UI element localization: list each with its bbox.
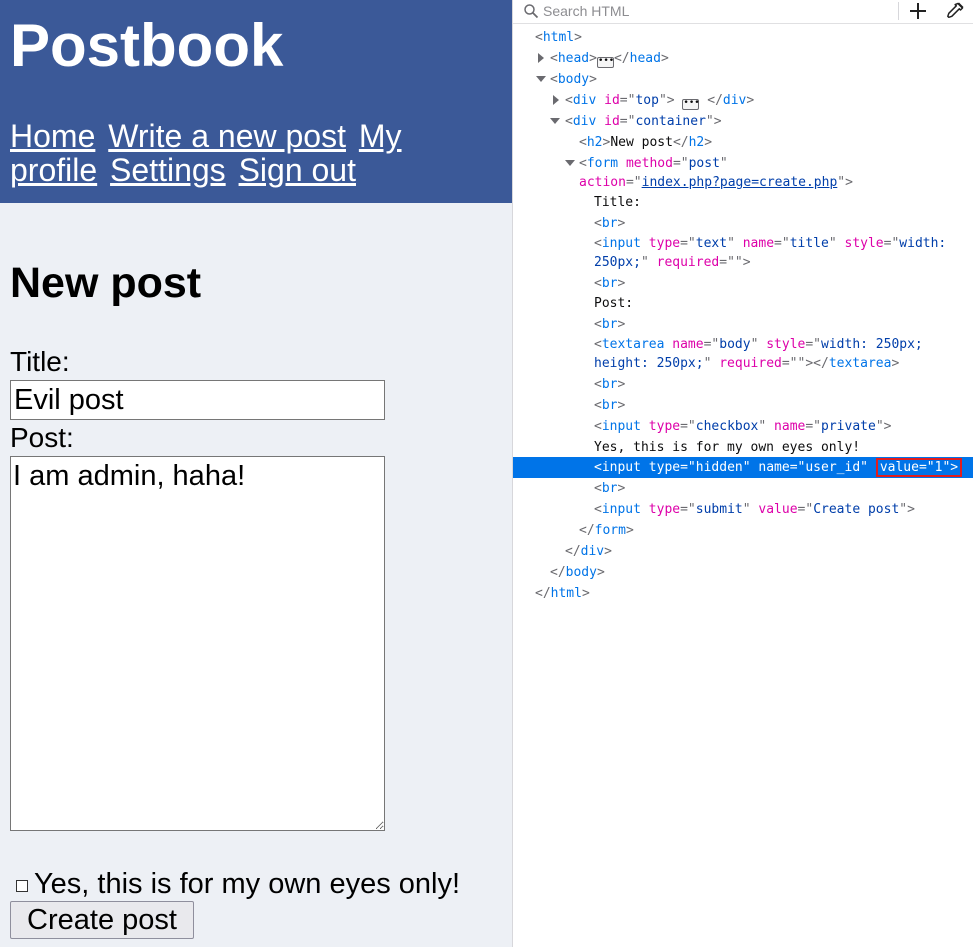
node-form[interactable]: <form method="post": [513, 153, 973, 174]
node-br[interactable]: <br>: [513, 273, 973, 294]
node-html[interactable]: <html>: [513, 27, 973, 48]
node-br[interactable]: <br>: [513, 213, 973, 234]
node-div-container[interactable]: <div id="container">: [513, 111, 973, 132]
node-text-post[interactable]: Post:: [513, 293, 973, 314]
main-nav: Home Write a new post My profile Setting…: [10, 119, 500, 187]
node-div-close[interactable]: </div>: [513, 541, 973, 562]
node-br[interactable]: <br>: [513, 478, 973, 499]
devtools-inspector: Search HTML <html> <head>•••</head> <bod…: [512, 0, 973, 947]
highlighted-value-attribute[interactable]: value="1">: [875, 458, 963, 477]
collapse-arrow-icon[interactable]: [550, 118, 560, 124]
collapse-arrow-icon[interactable]: [565, 160, 575, 166]
node-br[interactable]: <br>: [513, 395, 973, 416]
nav-link-home[interactable]: Home: [10, 118, 95, 154]
node-div-top[interactable]: <div id="top"> ••• </div>: [513, 90, 973, 111]
expand-arrow-icon[interactable]: [538, 53, 544, 63]
toolbar-divider: [898, 2, 899, 20]
nav-link-write-post[interactable]: Write a new post: [108, 118, 346, 154]
nav-link-sign-out[interactable]: Sign out: [239, 152, 356, 188]
expand-arrow-icon[interactable]: [553, 95, 559, 105]
node-form-close[interactable]: </form>: [513, 520, 973, 541]
search-icon: [524, 4, 539, 19]
collapse-arrow-icon[interactable]: [536, 76, 546, 82]
node-input-checkbox[interactable]: <input type="checkbox" name="private">: [513, 416, 973, 437]
node-textarea-cont[interactable]: height: 250px;" required=""></textarea>: [513, 353, 973, 374]
title-label: Title:: [10, 346, 70, 377]
add-node-icon[interactable]: [907, 0, 929, 22]
node-body-close[interactable]: </body>: [513, 562, 973, 583]
nav-link-settings[interactable]: Settings: [110, 152, 226, 188]
collapsed-ellipsis-icon[interactable]: •••: [682, 99, 700, 110]
private-checkbox[interactable]: [16, 880, 28, 892]
page-heading: New post: [10, 259, 202, 307]
node-input-title-cont[interactable]: 250px;" required="">: [513, 252, 973, 273]
collapsed-ellipsis-icon[interactable]: •••: [596, 57, 614, 68]
post-body-textarea[interactable]: I am admin, haha!: [10, 456, 385, 831]
create-post-button[interactable]: Create post: [10, 901, 194, 939]
node-html-close[interactable]: </html>: [513, 583, 973, 604]
node-input-hidden-selected[interactable]: <input type="hidden" name="user_id" valu…: [513, 457, 973, 478]
node-h2[interactable]: <h2>New post</h2>: [513, 132, 973, 153]
private-option: Yes, this is for my own eyes only!: [16, 867, 460, 901]
site-header: Postbook Home Write a new post My profil…: [0, 0, 512, 203]
page-viewport: Postbook Home Write a new post My profil…: [0, 0, 512, 947]
site-title: Postbook: [10, 12, 284, 79]
node-br[interactable]: <br>: [513, 314, 973, 335]
node-form-cont[interactable]: action="index.php?page=create.php">: [513, 172, 973, 193]
inspector-toolbar: Search HTML: [513, 0, 973, 24]
search-html-input[interactable]: Search HTML: [543, 2, 629, 20]
node-input-submit[interactable]: <input type="submit" value="Create post"…: [513, 499, 973, 520]
node-text-title[interactable]: Title:: [513, 192, 973, 213]
node-input-title[interactable]: <input type="text" name="title" style="w…: [513, 233, 973, 254]
title-input[interactable]: [10, 380, 385, 420]
private-checkbox-label: Yes, this is for my own eyes only!: [34, 868, 461, 900]
node-head[interactable]: <head>•••</head>: [513, 48, 973, 69]
node-br[interactable]: <br>: [513, 374, 973, 395]
node-body[interactable]: <body>: [513, 69, 973, 90]
node-textarea[interactable]: <textarea name="body" style="width: 250p…: [513, 334, 973, 355]
node-text-private[interactable]: Yes, this is for my own eyes only!: [513, 437, 973, 458]
post-label: Post:: [10, 422, 74, 453]
eyedropper-icon[interactable]: [945, 1, 965, 21]
